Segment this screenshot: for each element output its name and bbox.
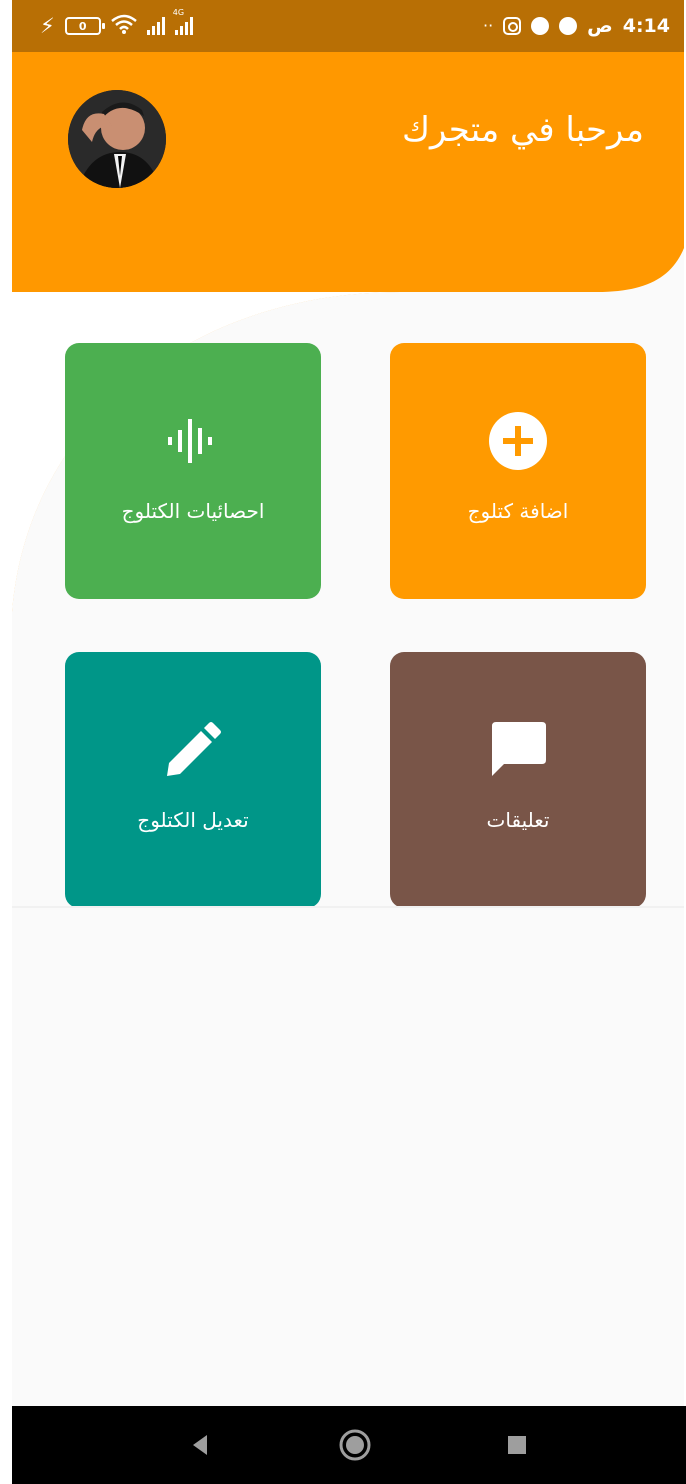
- avatar-image: [68, 90, 166, 188]
- home-icon[interactable]: [338, 1428, 372, 1462]
- pencil-icon: [167, 722, 221, 776]
- edit-catalog-tile[interactable]: تعديل الكتلوج: [65, 652, 321, 908]
- status-bar: ⚡ 0 4G ·· ص 4:14: [12, 0, 684, 52]
- catalog-stats-label: احصائيات الكتلوج: [121, 499, 265, 523]
- battery-level: 0: [78, 19, 87, 33]
- battery-icon: 0: [64, 17, 105, 35]
- avatar[interactable]: [68, 90, 166, 188]
- signal-4g-icon: 4G: [173, 8, 193, 35]
- screen-bezel-left: [0, 0, 12, 1484]
- more-notifications-icon: ··: [483, 16, 494, 35]
- chat-icon: [492, 722, 546, 776]
- welcome-title: مرحبا في متجرك: [401, 110, 644, 150]
- add-catalog-tile[interactable]: اضافة كتلوج: [390, 343, 646, 599]
- edit-catalog-label: تعديل الكتلوج: [137, 808, 249, 832]
- instagram-icon: [503, 17, 522, 35]
- comments-label: تعليقات: [486, 808, 550, 832]
- add-catalog-label: اضافة كتلوج: [467, 499, 569, 523]
- add-circle-icon: [489, 412, 547, 470]
- app-notification-icon: [531, 17, 550, 35]
- content-divider: [12, 906, 684, 908]
- wifi-icon: [110, 14, 137, 38]
- status-icons-left: ⚡ 0 4G: [40, 0, 193, 52]
- signal-icon: [146, 17, 165, 35]
- status-time: 4:14: [622, 15, 670, 37]
- status-time-suffix: ص: [587, 15, 613, 37]
- navigation-bar: [12, 1406, 686, 1484]
- catalog-stats-tile[interactable]: احصائيات الكتلوج: [65, 343, 321, 599]
- network-label: 4G: [172, 8, 185, 17]
- messenger-icon: [559, 17, 578, 35]
- recents-icon[interactable]: [500, 1428, 534, 1462]
- comments-tile[interactable]: تعليقات: [390, 652, 646, 908]
- back-icon[interactable]: [184, 1428, 218, 1462]
- charging-icon: ⚡: [40, 13, 55, 38]
- equalizer-icon: [168, 419, 212, 463]
- status-icons-right: ·· ص 4:14: [483, 0, 670, 52]
- app-screen: ⚡ 0 4G ·· ص 4:14 مرحبا في متجرك اضافة كت…: [12, 0, 684, 1406]
